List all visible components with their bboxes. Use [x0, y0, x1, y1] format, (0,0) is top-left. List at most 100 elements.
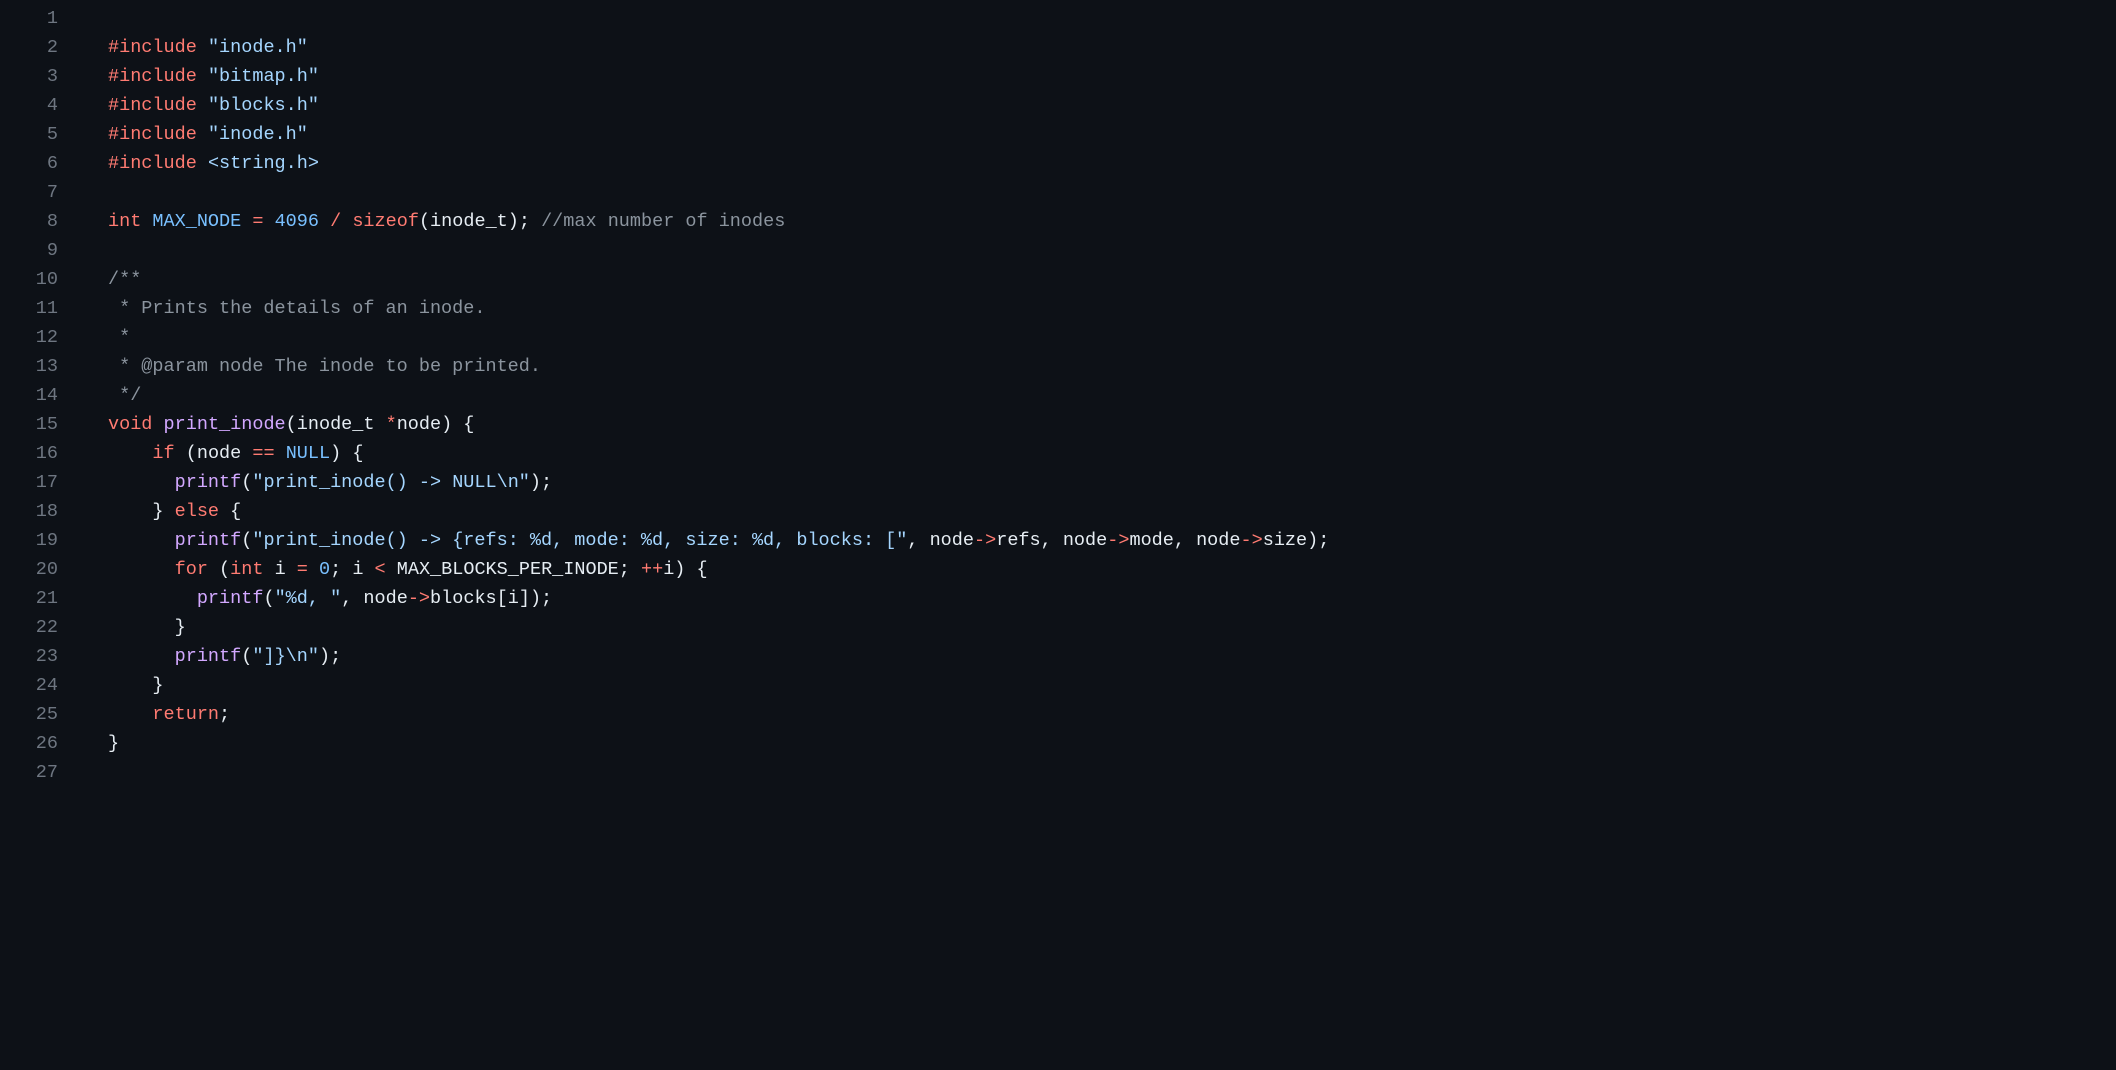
line-content[interactable]: }: [80, 613, 2116, 642]
token-plain: ) {: [330, 443, 363, 464]
line-content[interactable]: *: [80, 323, 2116, 352]
token-plain: i) {: [663, 559, 707, 580]
code-line[interactable]: 22 }: [0, 613, 2116, 642]
code-line[interactable]: 7: [0, 178, 2116, 207]
code-line[interactable]: 23 printf("]}\n");: [0, 642, 2116, 671]
token-plain: [108, 530, 175, 551]
code-line[interactable]: 3#include "bitmap.h": [0, 62, 2116, 91]
line-number[interactable]: 7: [0, 178, 80, 207]
line-content[interactable]: if (node == NULL) {: [80, 439, 2116, 468]
code-line[interactable]: 25 return;: [0, 700, 2116, 729]
token-plain: refs, node: [996, 530, 1107, 551]
line-content[interactable]: printf("print_inode() -> NULL\n");: [80, 468, 2116, 497]
line-content[interactable]: [80, 236, 2116, 265]
line-number[interactable]: 8: [0, 207, 80, 236]
line-content[interactable]: return;: [80, 700, 2116, 729]
token-string: "inode.h": [208, 37, 308, 58]
code-line[interactable]: 19 printf("print_inode() -> {refs: %d, m…: [0, 526, 2116, 555]
token-string: "print_inode() -> {refs: %d, mode: %d, s…: [252, 530, 907, 551]
token-plain: {: [219, 501, 241, 522]
code-line[interactable]: 4#include "blocks.h": [0, 91, 2116, 120]
code-viewer[interactable]: 1 2#include "inode.h"3#include "bitmap.h…: [0, 0, 2116, 787]
line-number[interactable]: 25: [0, 700, 80, 729]
code-line[interactable]: 2#include "inode.h": [0, 33, 2116, 62]
code-line[interactable]: 16 if (node == NULL) {: [0, 439, 2116, 468]
code-line[interactable]: 21 printf("%d, ", node->blocks[i]);: [0, 584, 2116, 613]
code-line[interactable]: 6#include <string.h>: [0, 149, 2116, 178]
code-line[interactable]: 12 *: [0, 323, 2116, 352]
line-content[interactable]: /**: [80, 265, 2116, 294]
line-content[interactable]: #include "inode.h": [80, 33, 2116, 62]
line-number[interactable]: 27: [0, 758, 80, 787]
line-number[interactable]: 23: [0, 642, 80, 671]
token-plain: [263, 211, 274, 232]
line-content[interactable]: printf("print_inode() -> {refs: %d, mode…: [80, 526, 2116, 555]
line-number[interactable]: 9: [0, 236, 80, 265]
line-number[interactable]: 10: [0, 265, 80, 294]
code-line[interactable]: 18 } else {: [0, 497, 2116, 526]
line-content[interactable]: [80, 178, 2116, 207]
line-number[interactable]: 16: [0, 439, 80, 468]
line-number[interactable]: 11: [0, 294, 80, 323]
line-number[interactable]: 18: [0, 497, 80, 526]
line-content[interactable]: */: [80, 381, 2116, 410]
code-line[interactable]: 10/**: [0, 265, 2116, 294]
token-plain: );: [530, 472, 552, 493]
token-plain: MAX_BLOCKS_PER_INODE;: [386, 559, 641, 580]
line-number[interactable]: 5: [0, 120, 80, 149]
line-number[interactable]: 19: [0, 526, 80, 555]
line-number[interactable]: 2: [0, 33, 80, 62]
line-number[interactable]: 14: [0, 381, 80, 410]
token-plain: [275, 443, 286, 464]
line-number[interactable]: 3: [0, 62, 80, 91]
line-number[interactable]: 15: [0, 410, 80, 439]
line-number[interactable]: 6: [0, 149, 80, 178]
token-string: <string.h>: [208, 153, 319, 174]
line-number[interactable]: 20: [0, 555, 80, 584]
line-content[interactable]: #include "bitmap.h": [80, 62, 2116, 91]
line-content[interactable]: }: [80, 729, 2116, 758]
line-number[interactable]: 1: [0, 4, 80, 33]
line-number[interactable]: 24: [0, 671, 80, 700]
code-line[interactable]: 9: [0, 236, 2116, 265]
code-line[interactable]: 11 * Prints the details of an inode.: [0, 294, 2116, 323]
code-line[interactable]: 1: [0, 4, 2116, 33]
token-plain: [152, 414, 163, 435]
code-line[interactable]: 13 * @param node The inode to be printed…: [0, 352, 2116, 381]
line-content[interactable]: int MAX_NODE = 4096 / sizeof(inode_t); /…: [80, 207, 2116, 236]
token-plain: [197, 124, 208, 145]
code-line[interactable]: 27: [0, 758, 2116, 787]
line-content[interactable]: for (int i = 0; i < MAX_BLOCKS_PER_INODE…: [80, 555, 2116, 584]
token-string: "blocks.h": [208, 95, 319, 116]
code-line[interactable]: 24 }: [0, 671, 2116, 700]
line-content[interactable]: #include <string.h>: [80, 149, 2116, 178]
line-content[interactable]: * @param node The inode to be printed.: [80, 352, 2116, 381]
line-number[interactable]: 17: [0, 468, 80, 497]
code-line[interactable]: 15void print_inode(inode_t *node) {: [0, 410, 2116, 439]
line-content[interactable]: printf("%d, ", node->blocks[i]);: [80, 584, 2116, 613]
line-number[interactable]: 13: [0, 352, 80, 381]
line-number[interactable]: 12: [0, 323, 80, 352]
line-content[interactable]: printf("]}\n");: [80, 642, 2116, 671]
line-content[interactable]: void print_inode(inode_t *node) {: [80, 410, 2116, 439]
line-content[interactable]: [80, 4, 2116, 33]
line-content[interactable]: #include "inode.h": [80, 120, 2116, 149]
code-line[interactable]: 5#include "inode.h": [0, 120, 2116, 149]
line-content[interactable]: #include "blocks.h": [80, 91, 2116, 120]
line-number[interactable]: 26: [0, 729, 80, 758]
token-operator: ->: [974, 530, 996, 551]
code-line[interactable]: 20 for (int i = 0; i < MAX_BLOCKS_PER_IN…: [0, 555, 2116, 584]
token-plain: blocks[i]);: [430, 588, 552, 609]
code-line[interactable]: 14 */: [0, 381, 2116, 410]
code-line[interactable]: 17 printf("print_inode() -> NULL\n");: [0, 468, 2116, 497]
token-plain: ; i: [330, 559, 374, 580]
line-content[interactable]: * Prints the details of an inode.: [80, 294, 2116, 323]
code-line[interactable]: 26}: [0, 729, 2116, 758]
line-content[interactable]: [80, 758, 2116, 787]
line-content[interactable]: }: [80, 671, 2116, 700]
code-line[interactable]: 8int MAX_NODE = 4096 / sizeof(inode_t); …: [0, 207, 2116, 236]
line-number[interactable]: 22: [0, 613, 80, 642]
line-content[interactable]: } else {: [80, 497, 2116, 526]
line-number[interactable]: 4: [0, 91, 80, 120]
line-number[interactable]: 21: [0, 584, 80, 613]
